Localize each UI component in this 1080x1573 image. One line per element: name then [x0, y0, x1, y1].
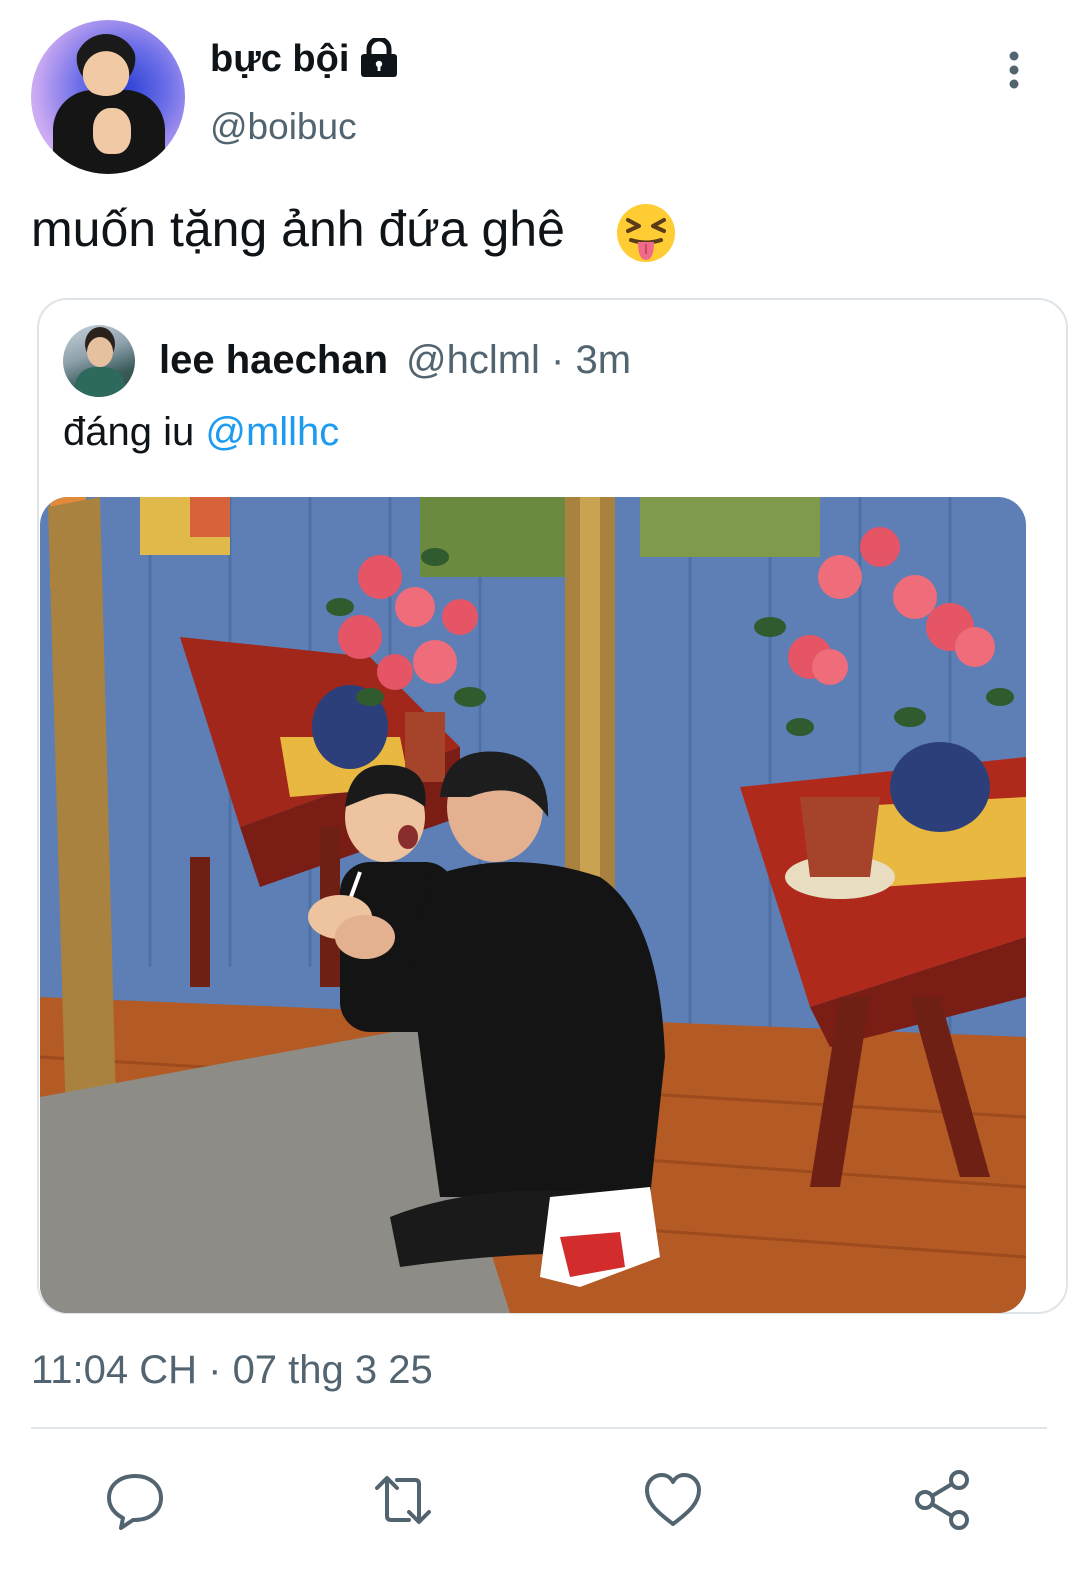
- more-options-icon[interactable]: [996, 48, 1032, 94]
- quoted-text-body: đáng iu: [63, 410, 195, 454]
- share-icon[interactable]: [911, 1468, 975, 1532]
- author-handle[interactable]: @boibuc: [210, 106, 357, 148]
- lock-icon: [361, 38, 397, 77]
- author-name[interactable]: bực bội: [210, 38, 349, 81]
- like-icon[interactable]: [641, 1468, 705, 1532]
- quoted-tweet-photo[interactable]: [40, 497, 1026, 1313]
- divider: [31, 1427, 1047, 1429]
- reply-icon[interactable]: [103, 1468, 167, 1532]
- tweet-timestamp[interactable]: 11:04 CH · 07 thg 3 25: [31, 1348, 433, 1393]
- quoted-handle-and-time: @hclml · 3m: [406, 338, 632, 382]
- tweet-text: muốn tặng ảnh đứa ghê: [31, 201, 565, 257]
- mention-link[interactable]: @mllhc: [205, 410, 339, 454]
- author-avatar[interactable]: [31, 20, 185, 174]
- quoted-author-name[interactable]: lee haechan: [159, 338, 388, 383]
- quoted-author-avatar[interactable]: [63, 325, 135, 397]
- squinting-face-with-tongue-icon: [617, 204, 675, 262]
- retweet-icon[interactable]: [371, 1468, 435, 1532]
- quoted-tweet-text: đáng iu @mllhc: [63, 410, 339, 455]
